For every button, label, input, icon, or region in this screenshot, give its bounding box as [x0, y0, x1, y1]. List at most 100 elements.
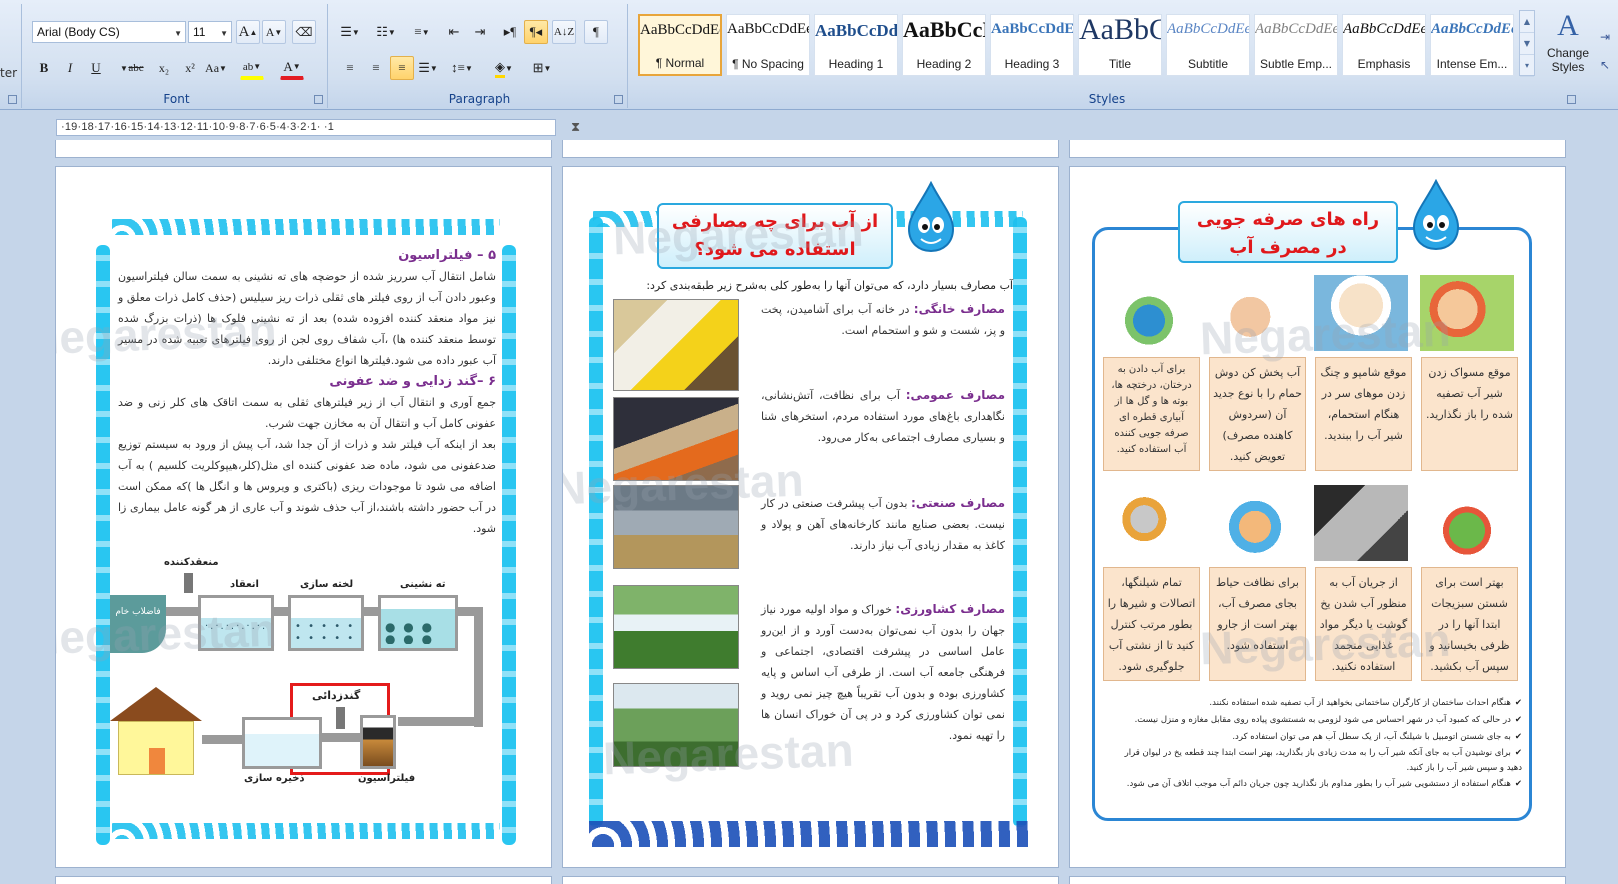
font-name-combo[interactable]: Arial (Body CS) ▼: [32, 21, 186, 43]
style-no-spacing[interactable]: AaBbCcDdEe ¶ No Spacing: [726, 14, 810, 76]
numbering-button[interactable]: ☷ ▼: [374, 20, 398, 44]
line-spacing-button[interactable]: ↕≡ ▼: [450, 56, 474, 80]
style-normal[interactable]: AaBbCcDdEe ¶ Normal: [638, 14, 722, 76]
checkmark-icon: ✔: [1514, 779, 1522, 789]
water-drop-mascot-icon: [907, 181, 955, 253]
underline-button[interactable]: U: [84, 56, 108, 80]
right-to-left-icon: ¶◂: [529, 24, 543, 39]
align-left-icon: ≡: [346, 60, 354, 75]
grow-font-button[interactable]: A ▲: [236, 20, 260, 44]
raw-water-tank: فاضلاب خام: [110, 595, 166, 653]
more-styles-icon[interactable]: ▾: [1520, 55, 1534, 77]
chevron-down-icon[interactable]: ▼: [174, 29, 182, 38]
justify-button[interactable]: ☰ ▼: [416, 56, 440, 80]
increase-indent-button[interactable]: ⇥: [468, 20, 492, 44]
next-page-strip: [562, 876, 1059, 884]
decrease-indent-button[interactable]: ⇤: [442, 20, 466, 44]
subscript-button[interactable]: x₂: [152, 56, 176, 80]
rtl-button[interactable]: ¶◂: [524, 20, 548, 44]
style-name: ¶ No Spacing: [732, 57, 804, 71]
coagulation-tank: ·.·.·.·.·.·.·.·.·.·.·.·: [198, 595, 274, 651]
clipboard-launcher[interactable]: [8, 95, 17, 104]
label-coagulant: منعقدکننده: [164, 557, 219, 568]
styles-gallery-scroll[interactable]: ▲ ▼ ▾: [1519, 10, 1535, 77]
strikethrough-button[interactable]: abc: [124, 56, 148, 80]
style-title[interactable]: AaBbCcDdEe Title: [1078, 14, 1162, 76]
superscript-icon: x²: [185, 60, 195, 75]
ltr-button[interactable]: ▸¶: [498, 20, 522, 44]
change-styles-button[interactable]: A Change Styles: [1539, 6, 1597, 92]
pipe: [274, 607, 288, 616]
pipe: [398, 717, 482, 726]
style-subtle-emphasis[interactable]: AaBbCcDdEe Subtle Emp...: [1254, 14, 1338, 76]
style-intense-emphasis[interactable]: AaBbCcDdEe Intense Em...: [1430, 14, 1514, 76]
pipe: [322, 733, 360, 742]
tip-card-yard: برای نظافت حیاط بجای مصرف آب، بهتر است ا…: [1209, 567, 1306, 681]
change-case-button[interactable]: Aa ▼: [204, 56, 228, 80]
align-right-icon: ≡: [398, 60, 406, 75]
checklist-item: ✔در حالی که کمبود آب در شهر احساس می شود…: [1110, 712, 1522, 729]
style-heading-2[interactable]: AaBbCcDdEe Heading 2: [902, 14, 986, 76]
font-dialog-launcher[interactable]: [314, 95, 323, 104]
multilevel-list-button[interactable]: ≡ ▼: [410, 20, 434, 44]
document-page-water-uses[interactable]: از آب برای چه مصارفی استفاده می شود؟ آب …: [562, 166, 1059, 868]
picture-shower: [1208, 275, 1302, 351]
checkmark-icon: ✔: [1514, 748, 1522, 758]
label-coagulation: انعقاد: [230, 579, 259, 590]
document-page-saving-tips[interactable]: راه های صرفه جویی در مصرف آب موقع مسواک …: [1069, 166, 1566, 868]
italic-button[interactable]: I: [58, 56, 82, 80]
chevron-down-icon[interactable]: ▼: [1520, 33, 1534, 55]
chevron-down-icon[interactable]: ▼: [220, 29, 228, 38]
house-roof: [110, 687, 202, 721]
heading-filtration: ۵ – فیلتراسیون: [398, 248, 496, 263]
page-title-line-1: راه های صرفه جویی: [1196, 209, 1380, 230]
font-size-combo[interactable]: 11 ▼: [188, 21, 232, 43]
show-formatting-button[interactable]: ¶: [584, 20, 608, 44]
document-page-filtration[interactable]: ۵ – فیلتراسیون شامل انتقال آب سرریز شده …: [55, 166, 552, 868]
shrink-font-button[interactable]: A ▼: [262, 20, 286, 44]
photo-irrigation-pump: [613, 585, 739, 669]
paragraph-group: ☰ ▼ ☷ ▼ ≡ ▼ ⇤ ⇥ ▸¶ ¶◂ A↓Z ¶ ≡ ≡ ≡ ☰ ▼ ↕≡ ▼ ◈ ▼…: [332, 4, 628, 108]
paragraph-dialog-launcher[interactable]: [614, 95, 623, 104]
bullets-button[interactable]: ☰ ▼: [338, 20, 362, 44]
editing-group-stub[interactable]: ⇥ ↖: [1600, 30, 1618, 90]
highlight-button[interactable]: ab ▼: [240, 56, 264, 80]
align-center-button[interactable]: ≡: [364, 56, 388, 80]
pipe: [166, 607, 198, 616]
bold-button[interactable]: B: [32, 56, 56, 80]
pipe: [202, 735, 242, 744]
styles-dialog-launcher[interactable]: [1567, 95, 1576, 104]
style-subtitle[interactable]: AaBbCcDdEe Subtitle: [1166, 14, 1250, 76]
ruler-track[interactable]: ·19·18·17·16·15·14·13·12·11·10·9·8·7·6·5…: [56, 119, 580, 136]
style-emphasis[interactable]: AaBbCcDdEe Emphasis: [1342, 14, 1426, 76]
align-right-button[interactable]: ≡: [390, 56, 414, 80]
use-heading: مصارف صنعتی:: [911, 496, 1006, 510]
align-left-button[interactable]: ≡: [338, 56, 362, 80]
pipe: [364, 607, 378, 616]
superscript-button[interactable]: x²: [178, 56, 202, 80]
style-name: Emphasis: [1357, 57, 1411, 71]
sort-icon: A↓Z: [553, 26, 575, 38]
style-sample: AaBbCcDdEe: [1079, 14, 1161, 46]
sort-button[interactable]: A↓Z: [552, 20, 576, 44]
wave-border-left: [589, 217, 603, 827]
borders-button[interactable]: ⊞ ▼: [530, 56, 554, 80]
picture-yard-cleaning: [1208, 485, 1302, 561]
align-center-icon: ≡: [372, 60, 380, 75]
chevron-up-icon[interactable]: ▲: [1520, 11, 1534, 33]
picture-thawing-meat: [1314, 485, 1408, 561]
indent-marker-icon[interactable]: ⧗: [571, 120, 580, 135]
underline-icon: U: [91, 60, 101, 75]
style-heading-1[interactable]: AaBbCcDdEe Heading 1: [814, 14, 898, 76]
style-name: Subtitle: [1187, 57, 1229, 71]
house-icon: [118, 721, 194, 775]
shading-button[interactable]: ◈ ▼: [492, 56, 516, 80]
checklist-text: هنگام استفاده از دستشویی شیر آب را بطور …: [1126, 779, 1511, 789]
style-heading-3[interactable]: AaBbCcDdEe Heading 3: [990, 14, 1074, 76]
tip-card-shampoo: موقع شامپو و چنگ زدن موهای سر در هنگام ا…: [1315, 357, 1412, 471]
filtration-tank: [360, 715, 396, 769]
tip-card-shower-head: آب پخش کن دوش حمام را با نوع جدید آن (سر…: [1209, 357, 1306, 471]
font-color-button[interactable]: A ▼: [280, 56, 304, 80]
clear-formatting-button[interactable]: ⌫: [292, 20, 316, 44]
shrink-font-icon: A: [265, 24, 275, 39]
